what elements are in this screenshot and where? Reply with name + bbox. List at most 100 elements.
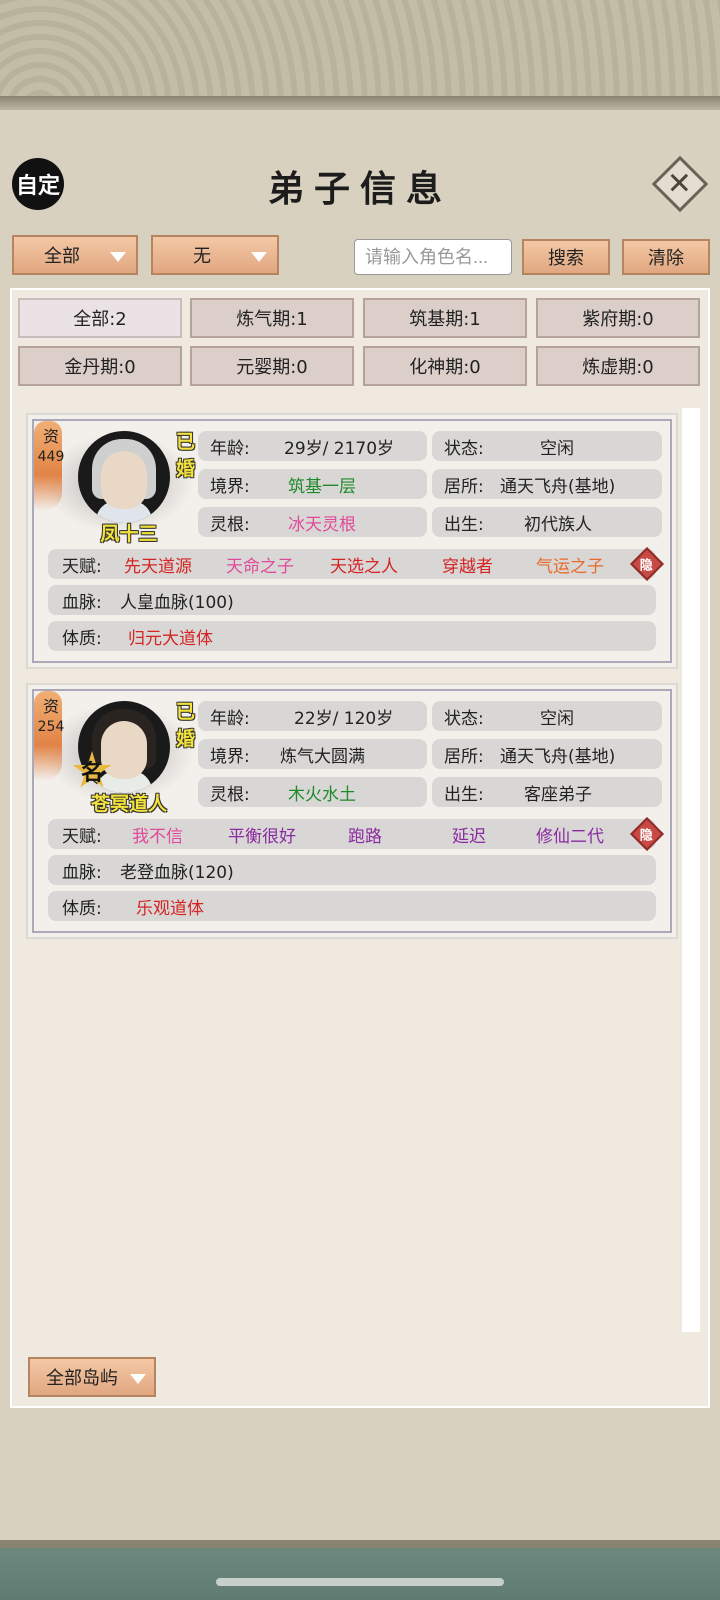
root-value: 冰天灵根 (288, 514, 356, 535)
clear-button[interactable]: 清除 (622, 239, 710, 275)
realm-field: 境界: 炼气大圆满 (198, 739, 427, 769)
fame-badge: 名 (72, 751, 112, 791)
residence-field: 居所: 通天飞舟(基地) (432, 469, 662, 499)
talent-item[interactable]: 气运之子 (536, 552, 604, 577)
root-key: 灵根: (210, 784, 250, 805)
bloodline-key: 血脉: (62, 592, 102, 613)
avatar-area: 资 449 已婚 凤十三 (34, 421, 196, 545)
married-badge: 已婚 (176, 701, 196, 750)
avatar-area: 资 254 名 已婚 苍冥道人 (34, 691, 196, 815)
stage-filter-qi-refining[interactable]: 炼气期:1 (190, 298, 354, 338)
talent-item[interactable]: 穿越者 (442, 552, 493, 577)
realm-value: 炼气大圆满 (280, 746, 365, 767)
chevron-down-icon (110, 252, 126, 262)
talent-item[interactable]: 修仙二代 (536, 822, 604, 847)
stage-filter-foundation[interactable]: 筑基期:1 (363, 298, 527, 338)
birth-value: 客座弟子 (524, 784, 592, 805)
bloodline-key: 血脉: (62, 862, 102, 883)
disciple-card[interactable]: 资 254 名 已婚 苍冥道人 年龄: 22岁/ 120岁 状态: 空闲 境界:… (26, 683, 678, 939)
scope-dropdown-label: 全部 (44, 246, 80, 267)
bloodline-row: 血脉: 老登血脉(120) (48, 855, 656, 885)
top-edge (0, 96, 720, 110)
root-value: 木火水土 (288, 784, 356, 805)
hide-icon: 隐 (640, 828, 654, 844)
bloodline-value: 人皇血脉(100) (120, 592, 234, 613)
avatar[interactable] (78, 431, 170, 523)
stage-filter-spirit-severing[interactable]: 化神期:0 (363, 346, 527, 386)
talent-item[interactable]: 我不信 (132, 822, 183, 847)
birth-value: 初代族人 (524, 514, 592, 535)
tag-dropdown-label: 无 (193, 246, 211, 267)
fame-label: 名 (80, 760, 103, 786)
chevron-down-icon (251, 252, 267, 262)
talent-item[interactable]: 先天道源 (124, 552, 192, 577)
aptitude-value: 449 (37, 449, 65, 465)
status-value: 空闲 (540, 708, 574, 729)
birth-field: 出生: 初代族人 (432, 507, 662, 537)
bloodline-value: 老登血脉(120) (120, 862, 234, 883)
disciple-card[interactable]: 资 449 已婚 凤十三 年龄: 29岁/ 2170岁 状态: 空闲 境界: 筑… (26, 413, 678, 669)
page-title: 弟子信息 (267, 168, 452, 210)
residence-key: 居所: (444, 746, 484, 767)
talent-row: 天赋: 我不信 平衡很好 跑路 延迟 修仙二代 (48, 819, 656, 849)
bloodline-row: 血脉: 人皇血脉(100) (48, 585, 656, 615)
hide-icon: 隐 (640, 558, 654, 574)
status-field: 状态: 空闲 (432, 701, 662, 731)
aptitude-label: 资 (42, 697, 59, 716)
status-field: 状态: 空闲 (432, 431, 662, 461)
bottom-decoration (0, 1540, 720, 1600)
disciple-name: 凤十三 (100, 523, 158, 545)
realm-key: 境界: (210, 476, 250, 497)
talent-item[interactable]: 天命之子 (226, 552, 294, 577)
close-button[interactable]: ✕ (651, 155, 709, 213)
tag-dropdown[interactable]: 无 (151, 235, 279, 275)
status-key: 状态: (444, 438, 484, 459)
status-value: 空闲 (540, 438, 574, 459)
residence-value: 通天飞舟(基地) (500, 746, 616, 767)
physique-value: 乐观道体 (136, 898, 204, 919)
search-input[interactable] (354, 239, 512, 275)
hide-talent-button[interactable]: 隐 (630, 817, 664, 851)
root-key: 灵根: (210, 514, 250, 535)
talent-item[interactable]: 跑路 (348, 822, 382, 847)
stage-filter-all[interactable]: 全部:2 (18, 298, 182, 338)
scope-dropdown[interactable]: 全部 (12, 235, 138, 275)
stage-filter-purple-mansion[interactable]: 紫府期:0 (536, 298, 700, 338)
married-badge: 已婚 (176, 431, 196, 480)
talent-key: 天赋: (62, 826, 102, 847)
talent-row: 天赋: 先天道源 天命之子 天选之人 穿越者 气运之子 (48, 549, 656, 579)
search-button[interactable]: 搜索 (522, 239, 610, 275)
residence-field: 居所: 通天飞舟(基地) (432, 739, 662, 769)
stage-filter-void-refining[interactable]: 炼虚期:0 (536, 346, 700, 386)
age-field: 年龄: 22岁/ 120岁 (198, 701, 427, 731)
island-dropdown[interactable]: 全部岛屿 (28, 1357, 156, 1397)
residence-value: 通天飞舟(基地) (500, 476, 616, 497)
root-field: 灵根: 冰天灵根 (198, 507, 427, 537)
talent-item[interactable]: 平衡很好 (228, 822, 296, 847)
talent-item[interactable]: 天选之人 (330, 552, 398, 577)
stage-filter-golden-core[interactable]: 金丹期:0 (18, 346, 182, 386)
physique-key: 体质: (62, 628, 102, 649)
age-key: 年龄: (210, 708, 250, 729)
birth-field: 出生: 客座弟子 (432, 777, 662, 807)
chevron-down-icon (130, 1374, 146, 1384)
age-value: 22岁/ 120岁 (294, 708, 394, 729)
physique-row: 体质: 乐观道体 (48, 891, 656, 921)
birth-key: 出生: (444, 514, 484, 535)
physique-key: 体质: (62, 898, 102, 919)
age-key: 年龄: (210, 438, 250, 459)
close-icon: ✕ (667, 166, 693, 202)
status-key: 状态: (444, 708, 484, 729)
stage-filter-nascent-soul[interactable]: 元婴期:0 (190, 346, 354, 386)
talent-item[interactable]: 延迟 (452, 822, 486, 847)
age-field: 年龄: 29岁/ 2170岁 (198, 431, 427, 461)
physique-row: 体质: 归元大道体 (48, 621, 656, 651)
system-nav-handle[interactable] (216, 1578, 504, 1586)
scrollbar[interactable] (682, 408, 700, 1332)
disciple-name: 苍冥道人 (90, 793, 167, 815)
physique-value: 归元大道体 (128, 628, 213, 649)
root-field: 灵根: 木火水土 (198, 777, 427, 807)
top-decoration (0, 0, 720, 110)
realm-value: 筑基一层 (288, 476, 356, 497)
hide-talent-button[interactable]: 隐 (630, 547, 664, 581)
